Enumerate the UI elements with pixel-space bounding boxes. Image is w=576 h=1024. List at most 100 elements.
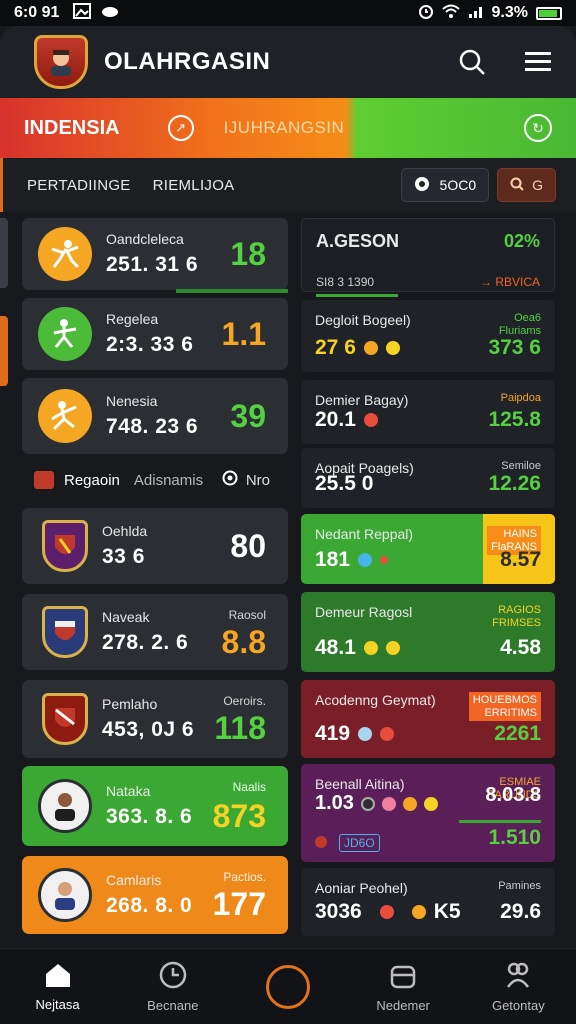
player-icon (38, 868, 92, 922)
stat-number: 373 6 (488, 336, 541, 359)
bottom-nav: Nejtasa Becnane Nedemer Getontay (0, 948, 576, 1024)
match-card-7[interactable]: Nataka 363. 8. 6 Naalis 873 (22, 766, 288, 846)
club-crest-icon (42, 693, 88, 745)
progress-line (176, 289, 288, 293)
stat-value: 181 (315, 548, 389, 572)
ball-icon (222, 470, 238, 490)
team-stats: 268. 8. 0 (106, 894, 193, 917)
stat-title: Degloit Bogeel) (315, 312, 411, 328)
team-name: Oandcleleca (106, 231, 184, 247)
nav-center[interactable] (238, 964, 338, 1009)
nav-profile[interactable]: Getontay (468, 961, 568, 1013)
stat-percent: 02% (503, 231, 540, 251)
team-name: Regelea (106, 311, 159, 327)
match-card-1[interactable]: Oandcleleca 251. 31 6 18 (22, 218, 288, 293)
league-alt: Adisnamis (133, 471, 204, 489)
team-stats: 363. 8. 6 (106, 805, 193, 828)
team-stats: 748. 23 6 (106, 415, 199, 438)
nav-schedule[interactable]: Becnane (123, 961, 223, 1013)
tabs-row: PERTADIINGE RIEMLIJOA 5OC0 G (0, 158, 576, 212)
stat-progress-line (459, 820, 541, 823)
ball-icon (414, 176, 430, 195)
battery-percent: 9.3% (491, 4, 528, 21)
dot-icon (360, 796, 375, 811)
stat-card-8[interactable]: Beenall Aitina) ESMIAE RARUNDS 1.03 8.03… (301, 764, 555, 862)
match-card-5[interactable]: Naveak 278. 2. 6 Raosol 8.8 (22, 594, 288, 670)
club-crest-icon (42, 606, 88, 658)
coin-icon (363, 341, 378, 355)
match-card-8[interactable]: Camlaris 268. 8. 0 Pactios. 177 (22, 856, 288, 934)
score-label: Raosol (228, 608, 266, 622)
locker-icon (389, 961, 417, 992)
stat-title: Aoniar Peohel) (315, 880, 408, 896)
promo-banner[interactable]: INDENSIA ↗ IJUHRANGSIN ↻ (0, 98, 576, 158)
nav-home[interactable]: Nejtasa (8, 962, 108, 1012)
stat-value: 419 (315, 722, 395, 746)
player-icon (38, 779, 92, 833)
filter-label: 5OC0 (439, 177, 477, 193)
league-toggle[interactable]: Nro (222, 470, 270, 490)
side-edge-indicator-active (0, 316, 8, 386)
cloud-icon (101, 4, 119, 22)
coin-icon (402, 796, 417, 811)
stat-number: 125.8 (488, 408, 541, 431)
menu-icon[interactable] (522, 46, 554, 78)
coin-icon (358, 553, 373, 567)
team-score: 18 (230, 235, 266, 272)
dot-icon (315, 836, 327, 848)
tab-pertandingan[interactable]: PERTADIINGE (27, 177, 131, 194)
stat-tag: HOUEBMOS ERRITIMS (468, 692, 541, 722)
magnifier-icon (510, 177, 524, 194)
stat-card-7[interactable]: Acodenng Geymat) HOUEBMOS ERRITIMS 419 2… (301, 680, 555, 758)
nav-profile-label: Getontay (491, 997, 545, 1013)
clock-icon (159, 961, 187, 992)
stat-card-1[interactable]: A.GESON 02% SI8 3 1390 → RBVICA (301, 218, 555, 297)
team-name: Oehlda (102, 523, 148, 539)
stat-card-5[interactable]: Nedant Reppal) HAINS FlaRANS 181 8.57 (301, 514, 555, 584)
refresh-icon[interactable]: ↻ (524, 114, 552, 142)
whistle-icon: ↗ (167, 115, 194, 141)
stat-tag: Semiloe (501, 460, 541, 472)
filter-button[interactable]: 5OC0 (400, 168, 490, 202)
stat-card-4[interactable]: Aopait Poagels) Semiloe 25.5 0 12.26 (301, 448, 555, 508)
coin-icon (423, 796, 438, 811)
stat-value: 25.5 0 (315, 472, 374, 495)
tab-riemlijoa[interactable]: RIEMLIJOA (153, 177, 235, 194)
team-name: Nataka (106, 783, 151, 799)
app-logo (34, 35, 88, 89)
team-name: Naveak (102, 609, 150, 625)
team-score: 118 (214, 710, 266, 746)
stat-value: 48.1 (315, 636, 400, 660)
score-label: Pactios. (223, 870, 266, 884)
stat-sub: SI8 3 1390 (316, 275, 375, 289)
stat-card-9[interactable]: Aoniar Peohel) Pamines 3036 K5 29.6 (301, 868, 555, 936)
search-icon[interactable] (456, 46, 488, 78)
coin-icon (379, 905, 394, 919)
app-title: OLAHRGASIN (104, 48, 271, 75)
match-card-2[interactable]: Regelea 2:3. 33 6 1.1 (22, 298, 288, 370)
stat-title: A.GESON (316, 231, 400, 251)
team-stats: 453, 0J 6 (102, 718, 195, 741)
coin-icon (381, 796, 396, 811)
stat-number: 12.26 (488, 472, 541, 495)
stat-number-2: 1.510 (488, 826, 541, 849)
match-card-3[interactable]: Nenesia 748. 23 6 39 (22, 378, 288, 454)
league-name: Regaoin (64, 471, 120, 489)
app-header: OLAHRGASIN (0, 26, 576, 98)
match-card-6[interactable]: Pemlaho 453, 0J 6 Oeroirs. 118 (22, 680, 288, 758)
team-name: Camlaris (106, 872, 162, 888)
league-toggle-label: Nro (245, 471, 270, 489)
stat-card-6[interactable]: Demeur Ragosl RAGIOS FRIMSES 48.1 4.58 (301, 592, 555, 672)
gallery-icon (73, 2, 92, 24)
stat-tag: Pamines (498, 880, 541, 892)
stat-card-3[interactable]: Demier Bagay) Paipdoa 20.1 125.8 (301, 380, 555, 444)
search-filter-button[interactable]: G (497, 168, 556, 202)
stat-progress-line (316, 294, 398, 297)
nav-schedule-label: Becnane (147, 997, 199, 1013)
coin-icon (363, 641, 378, 655)
filter2-label: G (532, 177, 543, 193)
nav-matches[interactable]: Nedemer (353, 961, 453, 1013)
stat-card-2[interactable]: Degloit Bogeel) Oea6 Fluriams 27 6 373 6 (301, 300, 555, 372)
nav-matches-label: Nedemer (376, 997, 430, 1013)
match-card-4[interactable]: Oehlda 33 6 80 (22, 508, 288, 584)
